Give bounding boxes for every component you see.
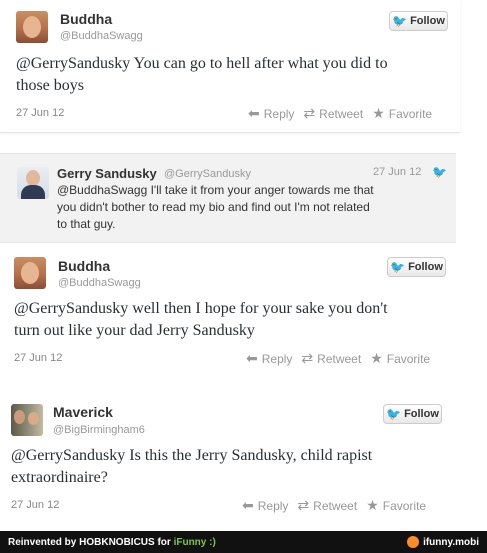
tweet-text: @GerrySandusky Is this the Jerry Sandusk… xyxy=(11,445,372,489)
favorite-label: Favorite xyxy=(388,106,433,121)
tweet-text: @GerrySandusky You can go to hell after … xyxy=(16,53,388,97)
reply-text-line: you didn't bother to read my bio and fin… xyxy=(57,200,370,214)
follow-label: Follow xyxy=(408,261,443,273)
reply-icon: ⬅ xyxy=(248,105,260,121)
favorite-label: Favorite xyxy=(382,498,427,513)
tweet-text-line: @GerrySandusky well then I hope for your… xyxy=(14,300,388,317)
tweet-text-line: extraordinaire? xyxy=(11,469,108,486)
footer-credit-text: Reinvented by HOBKNOBICUS for xyxy=(8,536,174,548)
retweet-button[interactable]: ⇄ Retweet xyxy=(303,105,363,122)
retweet-icon: ⇄ xyxy=(301,350,314,366)
author-handle[interactable]: @BuddhaSwagg xyxy=(58,277,141,289)
retweet-button[interactable]: ⇄ Retweet xyxy=(297,497,357,514)
reply-button[interactable]: ⬅ Reply xyxy=(246,350,292,367)
author-name[interactable]: Maverick xyxy=(53,404,113,420)
retweet-label: Retweet xyxy=(313,498,358,513)
author-name[interactable]: Gerry Sandusky xyxy=(57,166,157,181)
tweet-text-line: @GerrySandusky You can go to hell after … xyxy=(16,55,388,72)
tweet-text: @GerrySandusky well then I hope for your… xyxy=(14,298,388,342)
follow-button[interactable]: 🐦 Follow xyxy=(387,257,446,277)
avatar[interactable] xyxy=(11,404,43,436)
favorite-button[interactable]: ★ Favorite xyxy=(372,105,432,122)
tweet-date[interactable]: 27 Jun 12 xyxy=(16,107,64,119)
ifunny-footer: Reinvented by HOBKNOBICUS for iFunny :) … xyxy=(0,531,487,553)
favorite-label: Favorite xyxy=(386,351,431,366)
twitter-bird-icon: 🐦 xyxy=(392,14,408,28)
follow-label: Follow xyxy=(410,15,445,27)
reply-button[interactable]: ⬅ Reply xyxy=(248,105,294,122)
tweet-actions: ⬅ Reply ⇄ Retweet ★ Favorite xyxy=(246,350,430,367)
follow-button[interactable]: 🐦 Follow xyxy=(383,404,442,424)
reply-label: Reply xyxy=(263,106,295,121)
twitter-bird-icon: 🐦 xyxy=(432,165,447,179)
follow-label: Follow xyxy=(404,408,439,420)
author-handle[interactable]: @BigBirmingham6 xyxy=(53,424,145,436)
avatar[interactable] xyxy=(14,257,46,289)
footer-site-text: ifunny.mobi xyxy=(423,536,479,548)
avatar[interactable] xyxy=(17,167,49,199)
author-handle[interactable]: @BuddhaSwagg xyxy=(60,30,143,42)
reply-tweet: Gerry Sandusky @GerrySandusky 27 Jun 12 … xyxy=(0,153,456,243)
footer-site: ifunny.mobi xyxy=(407,536,479,548)
tweet-date[interactable]: 27 Jun 12 xyxy=(11,499,59,511)
retweet-label: Retweet xyxy=(319,106,364,121)
follow-button[interactable]: 🐦 Follow xyxy=(389,11,448,31)
star-icon: ★ xyxy=(372,105,385,121)
reply-text-line: to that guy. xyxy=(57,217,116,231)
avatar[interactable] xyxy=(16,11,48,43)
tweet-text-line: turn out like your dad Jerry Sandusky xyxy=(14,322,255,339)
reply-button[interactable]: ⬅ Reply xyxy=(242,497,288,514)
favorite-button[interactable]: ★ Favorite xyxy=(366,497,426,514)
ifunny-logo-icon xyxy=(407,536,420,548)
tweet-card-3: Maverick @BigBirmingham6 🐦 Follow @Gerry… xyxy=(0,395,460,528)
footer-credit: Reinvented by HOBKNOBICUS for iFunny :) xyxy=(8,537,216,548)
star-icon: ★ xyxy=(366,497,379,513)
footer-brand: iFunny :) xyxy=(173,536,216,548)
retweet-icon: ⇄ xyxy=(297,497,310,513)
twitter-bird-icon: 🐦 xyxy=(386,407,402,421)
favorite-button[interactable]: ★ Favorite xyxy=(370,350,430,367)
retweet-icon: ⇄ xyxy=(303,105,316,121)
reply-icon: ⬅ xyxy=(242,497,254,513)
twitter-bird-icon: 🐦 xyxy=(390,260,406,274)
reply-label: Reply xyxy=(261,351,293,366)
tweet-date[interactable]: 27 Jun 12 xyxy=(373,166,421,178)
reply-label: Reply xyxy=(257,498,289,513)
reply-text: @BuddhaSwagg I'll take it from your ange… xyxy=(57,182,374,233)
tweet-date[interactable]: 27 Jun 12 xyxy=(14,352,62,364)
tweet-actions: ⬅ Reply ⇄ Retweet ★ Favorite xyxy=(248,105,432,122)
reply-icon: ⬅ xyxy=(246,350,258,366)
author-handle[interactable]: @GerrySandusky xyxy=(164,168,251,180)
author-name[interactable]: Buddha xyxy=(60,11,112,27)
retweet-button[interactable]: ⇄ Retweet xyxy=(301,350,361,367)
author-name[interactable]: Buddha xyxy=(58,258,110,274)
tweet-card-1: Buddha @BuddhaSwagg 🐦 Follow @GerrySandu… xyxy=(0,0,460,133)
reply-text-line: @BuddhaSwagg I'll take it from your ange… xyxy=(57,183,374,197)
tweet-text-line: those boys xyxy=(16,77,84,94)
tweet-card-2: Buddha @BuddhaSwagg 🐦 Follow @GerrySandu… xyxy=(0,248,460,388)
star-icon: ★ xyxy=(370,350,383,366)
retweet-label: Retweet xyxy=(317,351,362,366)
tweet-text-line: @GerrySandusky Is this the Jerry Sandusk… xyxy=(11,447,373,464)
tweet-actions: ⬅ Reply ⇄ Retweet ★ Favorite xyxy=(242,497,426,514)
